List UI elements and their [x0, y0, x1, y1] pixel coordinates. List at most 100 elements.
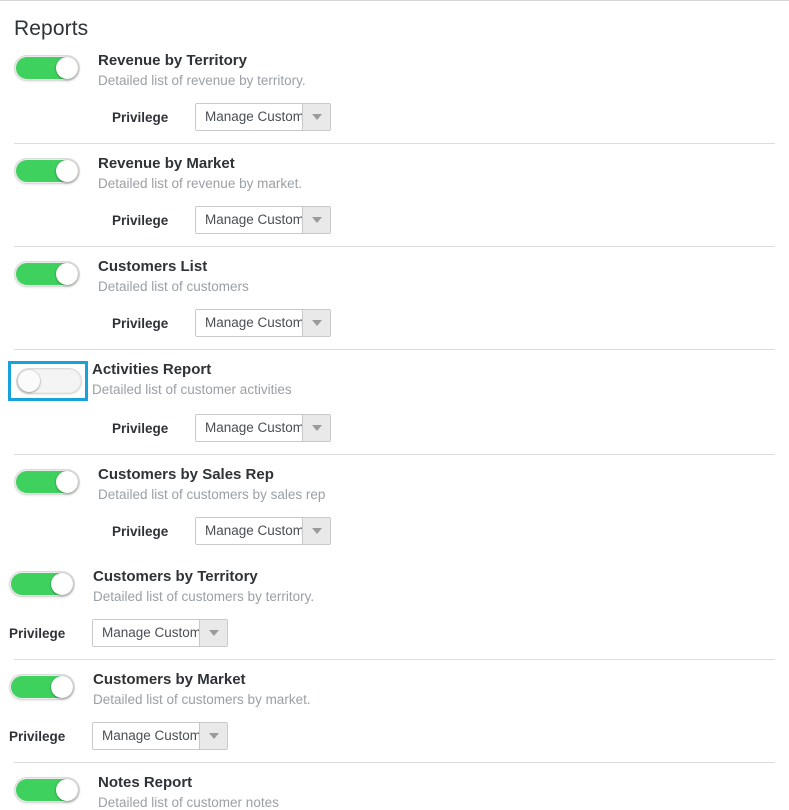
- privilege-label: Privilege: [112, 212, 169, 228]
- privilege-row: Privilege Manage Custom: [9, 619, 775, 647]
- report-name: Customers by Territory: [93, 568, 258, 585]
- report-name: Revenue by Territory: [98, 52, 247, 69]
- privilege-select-value: Manage Custom: [93, 723, 199, 749]
- privilege-row: Privilege Manage Custom: [112, 309, 775, 337]
- report-enable-toggle[interactable]: [16, 368, 82, 394]
- report-toggle-wrapper: [9, 567, 75, 597]
- report-text-block: Customers by Sales Rep Detailed list of …: [98, 465, 775, 504]
- report-toggle-wrapper: [9, 670, 75, 700]
- report-list: Revenue by Territory Detailed list of re…: [0, 41, 789, 810]
- report-toggle-wrapper: [14, 465, 80, 495]
- privilege-select[interactable]: Manage Custom: [195, 309, 331, 337]
- privilege-select[interactable]: Manage Custom: [195, 206, 331, 234]
- report-row-header: Notes Report Detailed list of customer n…: [14, 773, 775, 810]
- privilege-label: Privilege: [112, 109, 169, 125]
- report-row-header: Customers by Market Detailed list of cus…: [9, 670, 775, 709]
- privilege-label: Privilege: [9, 625, 66, 641]
- report-row-header: Customers by Territory Detailed list of …: [9, 567, 775, 606]
- report-name: Customers List: [98, 258, 208, 275]
- report-description: Detailed list of customers by territory.: [93, 589, 315, 604]
- toggle-knob: [56, 263, 78, 285]
- privilege-select-value: Manage Custom: [196, 518, 302, 544]
- report-description: Detailed list of customers by sales rep: [98, 487, 326, 502]
- report-row-customers-by-territory: Customers by Territory Detailed list of …: [9, 557, 775, 659]
- report-row-customers-list: Customers List Detailed list of customer…: [14, 246, 775, 349]
- chevron-down-icon[interactable]: [302, 415, 330, 441]
- report-toggle-wrapper: [14, 154, 80, 184]
- toggle-knob: [56, 160, 78, 182]
- toggle-knob: [51, 676, 73, 698]
- report-name: Revenue by Market: [98, 155, 235, 172]
- report-row-header: Revenue by Territory Detailed list of re…: [14, 51, 775, 90]
- privilege-select[interactable]: Manage Custom: [92, 619, 228, 647]
- report-text-block: Revenue by Market Detailed list of reven…: [98, 154, 775, 193]
- report-name: Notes Report: [98, 774, 193, 791]
- toggle-knob: [18, 370, 40, 392]
- chevron-down-icon[interactable]: [302, 310, 330, 336]
- report-toggle-wrapper: [8, 361, 88, 401]
- report-toggle-wrapper: [14, 51, 80, 81]
- report-enable-toggle[interactable]: [14, 158, 80, 184]
- report-enable-toggle[interactable]: [14, 777, 80, 803]
- chevron-down-icon[interactable]: [199, 620, 227, 646]
- reports-settings-page: Reports Revenue by Territory Detailed li…: [0, 0, 789, 810]
- report-toggle-wrapper: [14, 257, 80, 287]
- report-enable-toggle[interactable]: [14, 55, 80, 81]
- report-text-block: Customers List Detailed list of customer…: [98, 257, 775, 296]
- privilege-select-value: Manage Custom: [196, 415, 302, 441]
- privilege-row: Privilege Manage Custom: [112, 414, 775, 442]
- toggle-knob: [56, 471, 78, 493]
- report-description: Detailed list of customer notes: [98, 795, 279, 810]
- report-row-customers-by-market: Customers by Market Detailed list of cus…: [9, 659, 775, 762]
- privilege-select-value: Manage Custom: [196, 310, 302, 336]
- report-enable-toggle[interactable]: [9, 571, 75, 597]
- privilege-row: Privilege Manage Custom: [9, 722, 775, 750]
- chevron-down-icon[interactable]: [302, 104, 330, 130]
- privilege-row: Privilege Manage Custom: [112, 206, 775, 234]
- page-title: Reports: [14, 17, 89, 40]
- privilege-select-value: Manage Custom: [196, 104, 302, 130]
- report-row-header: Customers by Sales Rep Detailed list of …: [14, 465, 775, 504]
- chevron-down-icon[interactable]: [302, 207, 330, 233]
- report-description: Detailed list of customer activities: [92, 382, 292, 397]
- privilege-row: Privilege Manage Custom: [112, 103, 775, 131]
- report-row-activities-report: Activities Report Detailed list of custo…: [8, 349, 775, 454]
- report-row-revenue-by-market: Revenue by Market Detailed list of reven…: [14, 143, 775, 246]
- report-toggle-wrapper: [14, 773, 80, 803]
- report-enable-toggle[interactable]: [14, 469, 80, 495]
- privilege-label: Privilege: [9, 728, 66, 744]
- report-enable-toggle[interactable]: [9, 674, 75, 700]
- report-description: Detailed list of customers: [98, 279, 249, 294]
- chevron-down-icon[interactable]: [199, 723, 227, 749]
- privilege-label: Privilege: [112, 523, 169, 539]
- privilege-select[interactable]: Manage Custom: [92, 722, 228, 750]
- report-description: Detailed list of revenue by territory.: [98, 73, 306, 88]
- report-enable-toggle[interactable]: [14, 261, 80, 287]
- report-row-header: Customers List Detailed list of customer…: [14, 257, 775, 296]
- privilege-label: Privilege: [112, 420, 169, 436]
- toggle-knob: [56, 57, 78, 79]
- report-text-block: Revenue by Territory Detailed list of re…: [98, 51, 775, 90]
- report-text-block: Customers by Territory Detailed list of …: [93, 567, 775, 606]
- chevron-down-icon[interactable]: [302, 518, 330, 544]
- report-text-block: Activities Report Detailed list of custo…: [92, 360, 775, 399]
- privilege-label: Privilege: [112, 315, 169, 331]
- report-row-customers-by-sales-rep: Customers by Sales Rep Detailed list of …: [14, 454, 775, 557]
- privilege-select[interactable]: Manage Custom: [195, 103, 331, 131]
- report-row-header: Revenue by Market Detailed list of reven…: [14, 154, 775, 193]
- report-name: Customers by Market: [93, 671, 246, 688]
- privilege-select-value: Manage Custom: [93, 620, 199, 646]
- report-name: Activities Report: [92, 361, 212, 378]
- report-row-revenue-by-territory: Revenue by Territory Detailed list of re…: [14, 41, 775, 143]
- report-text-block: Customers by Market Detailed list of cus…: [93, 670, 775, 709]
- toggle-knob: [51, 573, 73, 595]
- privilege-select-value: Manage Custom: [196, 207, 302, 233]
- report-description: Detailed list of customers by market.: [93, 692, 311, 707]
- report-row-header: Activities Report Detailed list of custo…: [8, 360, 775, 401]
- privilege-select[interactable]: Manage Custom: [195, 414, 331, 442]
- privilege-select[interactable]: Manage Custom: [195, 517, 331, 545]
- report-description: Detailed list of revenue by market.: [98, 176, 303, 191]
- toggle-knob: [56, 779, 78, 801]
- privilege-row: Privilege Manage Custom: [112, 517, 775, 545]
- report-name: Customers by Sales Rep: [98, 466, 274, 483]
